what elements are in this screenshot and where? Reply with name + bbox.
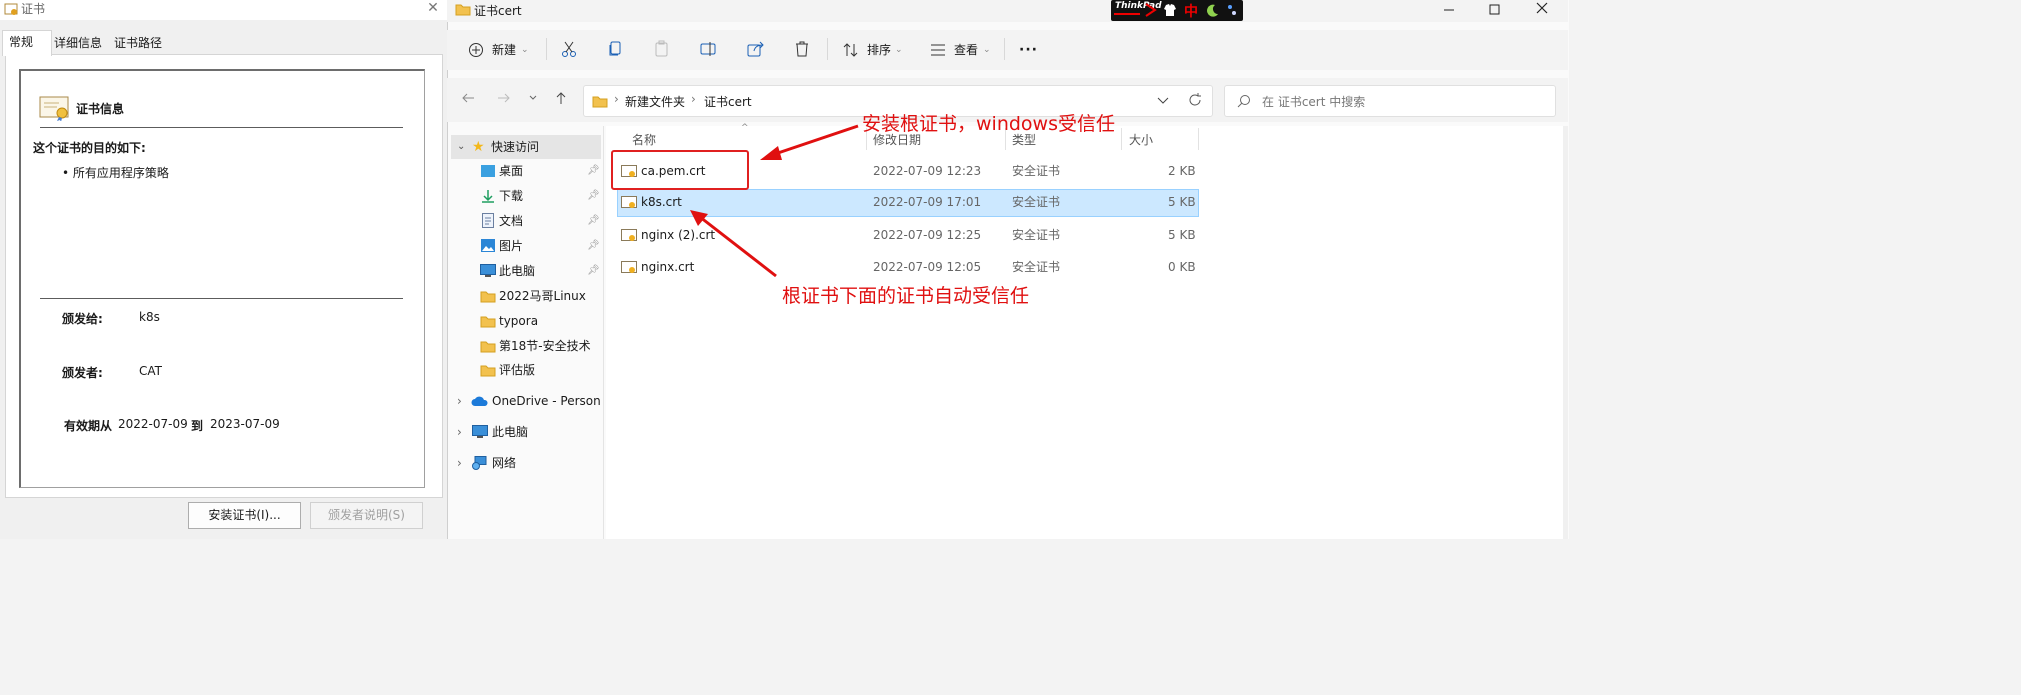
- annotation-text: 安装根证书，windows受信任: [862, 113, 1115, 135]
- annotation-text: 根证书下面的证书自动受信任: [782, 285, 1030, 307]
- annotation-arrows: [690, 124, 859, 278]
